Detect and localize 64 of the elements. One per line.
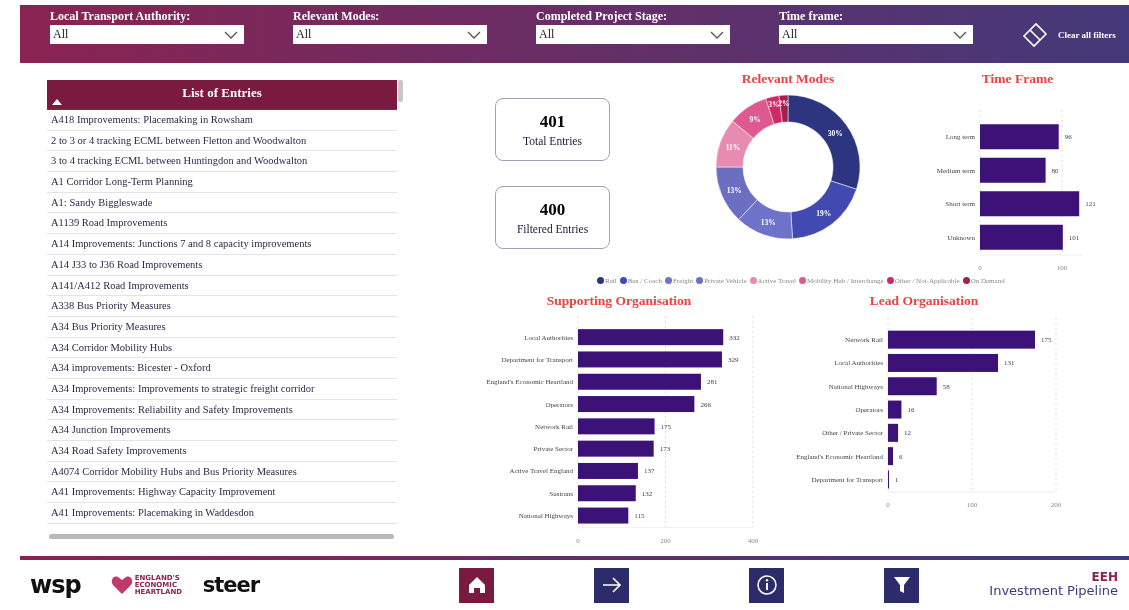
list-item[interactable]: A338 Bus Priority Measures: [51, 300, 171, 312]
list-item[interactable]: A1139 Road Improvements: [51, 217, 168, 229]
bar: [888, 447, 894, 466]
dropdown-field[interactable]: All: [779, 25, 973, 44]
filter-button[interactable]: [884, 567, 920, 603]
bar: [980, 157, 1046, 183]
chart-title: Time Frame: [981, 71, 1054, 87]
list-item[interactable]: A4074 Corridor Mobility Hubs and Bus Priority Measures: [51, 465, 297, 477]
list-title: List of Entries: [182, 85, 262, 101]
brand-mark: EEH: [1091, 571, 1118, 585]
list-item[interactable]: A34 Bus Priority Measures: [51, 320, 166, 332]
chevron-icon: [953, 30, 967, 39]
list-item[interactable]: A1: Sandy Biggleswade: [51, 196, 153, 208]
list-item[interactable]: A1 Corridor Long-Term Planning: [51, 176, 193, 188]
list-item[interactable]: A418 Improvements: Placemaking in Rowsham: [51, 114, 253, 125]
info-icon: [754, 573, 779, 597]
bar: [888, 424, 899, 443]
dropdown-field[interactable]: All: [536, 25, 730, 44]
chart-title: Supporting Organisation: [546, 293, 692, 310]
logo-text: wsp: [30, 571, 81, 599]
list-item[interactable]: A34 Improvements: Reliability and Safety Improvements: [51, 403, 293, 415]
filter-label: Local Transport Authority:: [50, 9, 192, 25]
list-item[interactable]: A41 Improvements: Highway Capacity Improvement: [51, 486, 276, 498]
list-item[interactable]: A34 Improvements: Improvements to strategic freight corridor: [51, 382, 315, 394]
bar: [578, 463, 638, 480]
scrollbar-thumb[interactable]: [398, 80, 403, 102]
brand-name: Investment Pipeline: [989, 584, 1118, 599]
chevron-icon: [467, 30, 481, 39]
chart-title: Relevant Modes: [741, 71, 835, 87]
bar: [578, 485, 636, 502]
dropdown-field[interactable]: All: [293, 25, 487, 44]
info-button[interactable]: [749, 567, 785, 603]
stat-value: 400: [539, 200, 566, 220]
list-item[interactable]: A34 Road Safety Improvements: [51, 445, 187, 456]
stat-label: Filtered Entries: [516, 223, 589, 235]
heart-icon: [110, 575, 133, 595]
list-item[interactable]: A14 Improvements: Junctions 7 and 8 capacity improvements: [51, 238, 312, 250]
chart-title: Lead Organisation: [869, 293, 979, 310]
list-item[interactable]: A14 J33 to J36 Road Improvements: [51, 258, 203, 270]
filter-label: Completed Project Stage:: [536, 9, 669, 25]
chevron-icon: [710, 30, 724, 39]
list-item[interactable]: A141/A412 Road Improvements: [51, 279, 189, 291]
list-item[interactable]: A41 Improvements: Placemaking in Waddesdon: [51, 507, 255, 519]
arrow-right-button[interactable]: [594, 567, 630, 603]
stat-value: 401: [539, 112, 566, 132]
clear-filters-button[interactable]: Clear all filters: [1022, 22, 1116, 48]
list-item[interactable]: 3 to 4 tracking ECML between Huntingdon and Woodwalton: [51, 155, 308, 167]
home-button[interactable]: [459, 567, 495, 603]
list-item[interactable]: A34 Junction Improvements: [51, 424, 171, 436]
filter-label: Relevant Modes:: [293, 9, 381, 25]
list-item[interactable]: A34 improvements: Bicester - Oxford: [51, 362, 211, 374]
dropdown-field[interactable]: All: [50, 25, 244, 44]
chevron-icon: [224, 30, 238, 39]
stat-label: Total Entries: [523, 135, 582, 147]
bar: [888, 377, 937, 396]
bar: [578, 507, 629, 524]
sort-up-icon[interactable]: [52, 99, 62, 105]
logo-text: steer: [202, 573, 260, 597]
filter-label: Time frame:: [779, 9, 845, 25]
bar: [888, 400, 902, 419]
eraser-icon: [1022, 22, 1048, 48]
scrollbar-thumb[interactable]: [49, 534, 394, 539]
list-item[interactable]: 2 to 3 or 4 tracking ECML between Fletton and Woodwalton: [51, 134, 307, 146]
list-item[interactable]: A34 Corridor Mobility Hubs: [51, 341, 173, 353]
